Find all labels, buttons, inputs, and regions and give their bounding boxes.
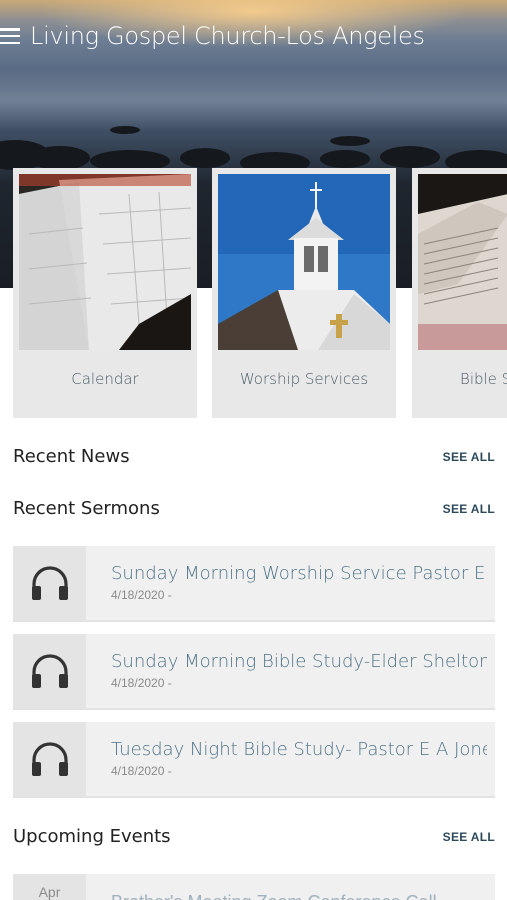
church-steeple-photo xyxy=(218,174,390,350)
rock xyxy=(330,136,370,146)
recent-sermons-title: Recent Sermons xyxy=(13,498,160,519)
rock xyxy=(180,148,230,168)
open-bible-photo xyxy=(418,174,507,350)
upcoming-events-see-all-link[interactable]: SEE ALL xyxy=(443,830,495,844)
sermon-date: 4/18/2020 - xyxy=(111,676,172,690)
recent-news-title: Recent News xyxy=(13,446,130,467)
rock xyxy=(320,150,370,168)
sermon-list-item[interactable]: Tuesday Night Bible Study- Pastor E A Jo… xyxy=(13,722,495,798)
sermon-title: Tuesday Night Bible Study- Pastor E A Jo… xyxy=(111,739,487,760)
headphones-icon xyxy=(13,546,86,620)
upcoming-events-title: Upcoming Events xyxy=(13,826,171,847)
calendar-photo xyxy=(19,174,191,350)
sermon-date: 4/18/2020 - xyxy=(111,588,172,602)
sermon-date: 4/18/2020 - xyxy=(111,764,172,778)
event-list-item[interactable]: Apr Brother's Meeting Zoom Conference Ca… xyxy=(13,874,495,900)
hamburger-menu-icon[interactable] xyxy=(0,28,22,44)
app-title: Living Gospel Church-Los Angeles xyxy=(30,22,425,50)
carousel-card-bible-study[interactable]: Bible Study xyxy=(412,168,507,418)
event-date-box: Apr xyxy=(13,874,86,900)
carousel-label: Bible Study xyxy=(460,370,507,388)
event-month: Apr xyxy=(38,884,61,900)
rock xyxy=(30,146,90,170)
headphones-icon xyxy=(13,722,86,796)
sermon-title: Sunday Morning Bible Study-Elder Shelton… xyxy=(111,651,487,672)
recent-news-header: Recent News SEE ALL xyxy=(13,446,495,467)
feature-carousel[interactable]: Calendar Worship Services Bible S xyxy=(0,168,507,420)
rock xyxy=(110,126,140,134)
carousel-card-worship-services[interactable]: Worship Services xyxy=(212,168,396,418)
carousel-label: Calendar xyxy=(71,370,139,388)
recent-sermons-header: Recent Sermons SEE ALL xyxy=(13,498,495,519)
sermon-list-item[interactable]: Sunday Morning Worship Service Pastor E … xyxy=(13,546,495,622)
app-header: Living Gospel Church-Los Angeles xyxy=(0,14,507,58)
sermon-list-item[interactable]: Sunday Morning Bible Study-Elder Shelton… xyxy=(13,634,495,710)
headphones-icon xyxy=(13,634,86,708)
ocean-sheen xyxy=(0,70,507,130)
recent-sermons-see-all-link[interactable]: SEE ALL xyxy=(443,502,495,516)
recent-news-see-all-link[interactable]: SEE ALL xyxy=(443,450,495,464)
carousel-label: Worship Services xyxy=(239,370,369,388)
rock xyxy=(380,146,440,168)
upcoming-events-header: Upcoming Events SEE ALL xyxy=(13,826,495,847)
carousel-card-calendar[interactable]: Calendar xyxy=(13,168,197,418)
sermon-title: Sunday Morning Worship Service Pastor E … xyxy=(111,563,487,584)
event-title: Brother's Meeting Zoom Conference Call xyxy=(111,892,437,900)
